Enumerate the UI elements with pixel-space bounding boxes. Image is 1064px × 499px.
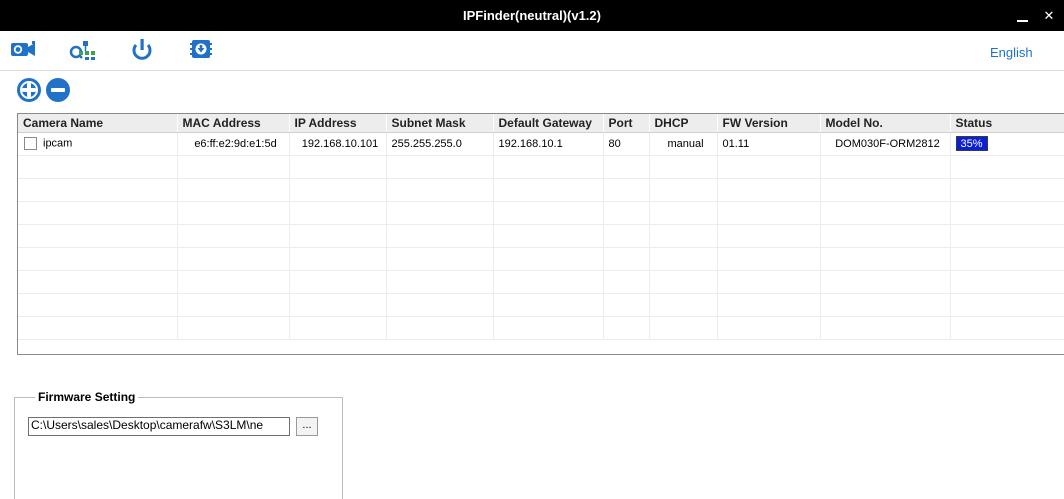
- table-row: [18, 247, 1064, 271]
- remove-camera-button[interactable]: [46, 78, 70, 102]
- window-title: IPFinder(neutral)(v1.2): [463, 8, 601, 23]
- column-header[interactable]: Status: [950, 114, 1064, 133]
- table-row: [18, 155, 1064, 179]
- column-header[interactable]: Model No.: [820, 114, 951, 133]
- table-row[interactable]: ipcam e6:ff:e2:9d:e1:5d 192.168.10.101 2…: [18, 132, 1064, 156]
- column-header[interactable]: Subnet Mask: [386, 114, 494, 133]
- column-header[interactable]: FW Version: [717, 114, 821, 133]
- column-header[interactable]: DHCP: [649, 114, 718, 133]
- firmware-path-input[interactable]: C:\Users\sales\Desktop\camerafw\S3LM\ne: [28, 417, 290, 436]
- table-row: [18, 224, 1064, 248]
- language-selector[interactable]: English: [990, 45, 1033, 60]
- row-checkbox[interactable]: [24, 137, 37, 150]
- close-button[interactable]: ✕: [1039, 0, 1059, 31]
- network-config-icon[interactable]: [68, 37, 96, 61]
- column-header[interactable]: Camera Name: [18, 114, 178, 133]
- table-header: Camera Name MAC Address IP Address Subne…: [18, 114, 1064, 133]
- table-row: [18, 316, 1064, 340]
- table-row: [18, 201, 1064, 225]
- table-row: [18, 178, 1064, 202]
- column-header[interactable]: MAC Address: [177, 114, 290, 133]
- camera-table: Camera Name MAC Address IP Address Subne…: [17, 113, 1064, 355]
- cell-model: DOM030F-ORM2812: [820, 132, 951, 156]
- title-bar: IPFinder(neutral)(v1.2) ✕: [0, 0, 1064, 31]
- cell-status: 35%: [950, 132, 1064, 156]
- status-badge: 35%: [955, 136, 988, 151]
- add-camera-button[interactable]: [17, 78, 41, 102]
- column-header[interactable]: Default Gateway: [493, 114, 604, 133]
- table-row: [18, 270, 1064, 294]
- toolbar: English: [0, 31, 1064, 71]
- camera-name-text: ipcam: [43, 137, 73, 150]
- minimize-button[interactable]: [1012, 0, 1032, 31]
- column-header[interactable]: Port: [603, 114, 650, 133]
- cell-dhcp: manual: [649, 132, 718, 156]
- plus-vertical: [27, 83, 31, 97]
- cell-ip: 192.168.10.101: [289, 132, 387, 156]
- firmware-setting-legend: Firmware Setting: [35, 390, 139, 404]
- minus-circle-icon: [51, 88, 65, 92]
- browse-button[interactable]: ...: [296, 417, 318, 436]
- cell-gateway: 192.168.10.1: [493, 132, 604, 156]
- cell-port: 80: [603, 132, 650, 156]
- cell-mac: e6:ff:e2:9d:e1:5d: [177, 132, 290, 156]
- camera-search-icon[interactable]: [10, 37, 38, 61]
- column-header[interactable]: IP Address: [289, 114, 387, 133]
- reboot-icon[interactable]: [128, 37, 156, 61]
- table-row: [18, 293, 1064, 317]
- minimize-icon: [1017, 20, 1028, 22]
- firmware-setting-group: Firmware Setting C:\Users\sales\Desktop\…: [14, 390, 343, 499]
- cell-subnet: 255.255.255.0: [386, 132, 494, 156]
- cell-camera-name: ipcam: [18, 132, 178, 156]
- cell-fw-version: 01.11: [717, 132, 821, 156]
- firmware-upgrade-icon[interactable]: [188, 37, 216, 61]
